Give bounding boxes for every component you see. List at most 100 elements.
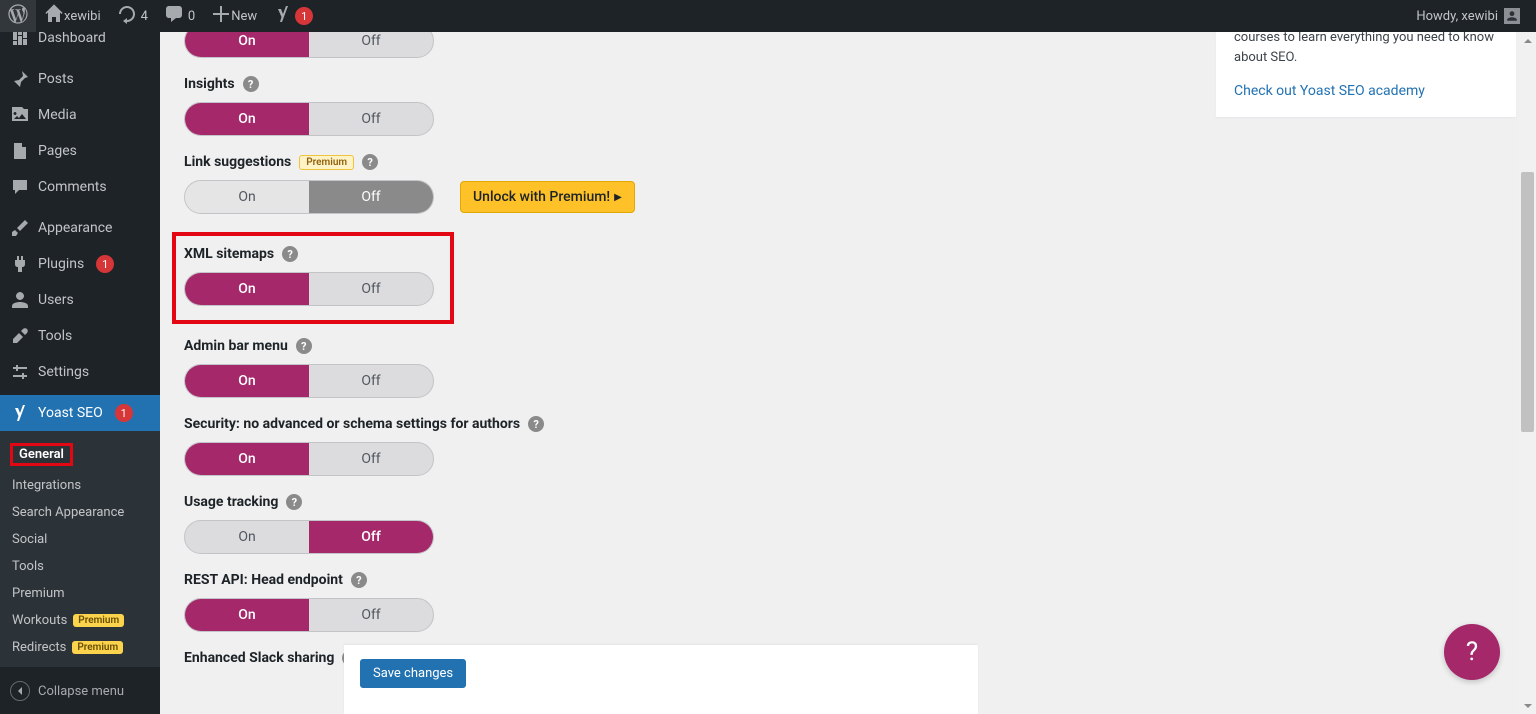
pages-label: Pages [38,143,77,159]
toggle-on[interactable]: On [185,32,309,57]
posts-label: Posts [38,71,74,87]
xml-sitemaps-label-row: XML sitemaps ? [184,246,438,262]
plugins-icon [10,254,30,274]
submenu-redirects[interactable]: Redirects Premium [0,634,160,661]
toggle-off[interactable]: Off [309,521,433,553]
academy-text: courses to learn everything you need to … [1234,32,1498,67]
submenu-search-appearance[interactable]: Search Appearance [0,499,160,526]
howdy-text: Howdy, xewibi [1416,9,1498,24]
wp-logo[interactable] [0,0,36,32]
help-icon[interactable]: ? [362,154,378,170]
yoast-submenu: General Integrations Search Appearance S… [0,431,160,667]
users-label: Users [38,292,74,308]
insights-label: Insights [184,76,235,92]
collapse-label: Collapse menu [38,684,124,699]
sidebar-item-plugins[interactable]: Plugins 1 [0,246,160,282]
unlock-premium-button[interactable]: Unlock with Premium! ▶ [460,181,635,213]
usage-tracking-label: Usage tracking [184,494,278,510]
sidebar-item-settings[interactable]: Settings [0,354,160,390]
academy-link[interactable]: Check out Yoast SEO academy [1234,83,1425,99]
sidebar-item-tools[interactable]: Tools [0,318,160,354]
help-icon[interactable]: ? [351,572,367,588]
save-button[interactable]: Save changes [360,659,466,688]
sidebar-item-pages[interactable]: Pages [0,133,160,169]
submenu-integrations[interactable]: Integrations [0,472,160,499]
submenu-tools[interactable]: Tools [0,553,160,580]
toggle-on: On [185,181,309,213]
help-fab[interactable]: ? [1444,624,1500,680]
admin-bar: xewibi 4 0 New 1 Howdy, xewibi [0,0,1536,32]
vertical-scrollbar[interactable] [1519,32,1536,714]
sidebar-item-users[interactable]: Users [0,282,160,318]
sidebar-item-posts[interactable]: Posts [0,61,160,97]
yoast-label: Yoast SEO [38,405,103,421]
toggle-off[interactable]: Off [309,443,433,475]
new-content-link[interactable]: New [203,0,265,32]
pin-icon [10,69,30,89]
submenu-workouts[interactable]: Workouts Premium [0,607,160,634]
comments-link[interactable]: 0 [156,0,203,32]
sidebar-item-appearance[interactable]: Appearance [0,210,160,246]
sliders-icon [10,362,30,382]
admin-bar-label: Admin bar menu [184,338,288,354]
toggle-truncated[interactable]: On Off [184,32,434,58]
appearance-label: Appearance [38,220,112,236]
home-icon [44,4,64,28]
yoast-menu-icon [10,403,30,423]
yoast-icon [273,4,293,28]
sidebar-item-media[interactable]: Media [0,97,160,133]
security-label: Security: no advanced or schema settings… [184,416,520,432]
link-suggestions-label: Link suggestions [184,154,291,170]
toggle-on[interactable]: On [185,103,309,135]
setting-rest-api: REST API: Head endpoint ? On Off [184,572,1516,632]
my-account[interactable]: Howdy, xewibi [1408,0,1528,32]
toggle-on[interactable]: On [185,273,309,305]
site-name-link[interactable]: xewibi [36,0,109,32]
comments-icon [164,4,184,28]
sidebar-item-dashboard[interactable]: Dashboard [0,32,160,56]
updates-link[interactable]: 4 [109,0,156,32]
yoast-menu-badge: 1 [115,404,133,422]
collapse-menu[interactable]: Collapse menu [0,673,160,709]
comment-icon [10,177,30,197]
sidebar-item-yoast[interactable]: Yoast SEO 1 [0,395,160,431]
toggle-insights[interactable]: On Off [184,102,434,136]
brush-icon [10,218,30,238]
help-icon[interactable]: ? [243,76,259,92]
slack-label: Enhanced Slack sharing [184,650,334,666]
toggle-off[interactable]: Off [309,365,433,397]
toggle-off[interactable]: Off [309,32,433,57]
toggle-admin-bar[interactable]: On Off [184,364,434,398]
help-icon[interactable]: ? [286,494,302,510]
rest-api-label-row: REST API: Head endpoint ? [184,572,1516,588]
toggle-security[interactable]: On Off [184,442,434,476]
toggle-off[interactable]: Off [309,273,433,305]
plus-icon [211,4,231,28]
submenu-social[interactable]: Social [0,526,160,553]
toggle-on[interactable]: On [185,443,309,475]
toggle-off[interactable]: Off [309,103,433,135]
toggle-on[interactable]: On [185,599,309,631]
save-bar: Save changes [344,645,978,714]
updates-icon [117,4,137,28]
toggle-link-suggestions: On Off [184,180,434,214]
toggle-xml-sitemaps[interactable]: On Off [184,272,434,306]
submenu-premium[interactable]: Premium [0,580,160,607]
toggle-on[interactable]: On [185,521,309,553]
submenu-general[interactable]: General [0,437,160,472]
scroll-up-arrow[interactable] [1519,32,1536,49]
toggle-usage-tracking[interactable]: On Off [184,520,434,554]
scroll-down-arrow[interactable] [1519,697,1536,714]
toggle-on[interactable]: On [185,365,309,397]
sidebar-item-comments[interactable]: Comments [0,169,160,205]
wrench-icon [10,326,30,346]
toggle-rest-api[interactable]: On Off [184,598,434,632]
yoast-adminbar[interactable]: 1 [265,0,321,32]
scroll-thumb[interactable] [1521,172,1534,432]
help-icon[interactable]: ? [282,246,298,262]
link-suggestions-label-row: Link suggestions Premium ? [184,154,1516,170]
help-icon[interactable]: ? [296,338,312,354]
comments-count: 0 [188,9,195,24]
help-icon[interactable]: ? [528,416,544,432]
toggle-off[interactable]: Off [309,599,433,631]
